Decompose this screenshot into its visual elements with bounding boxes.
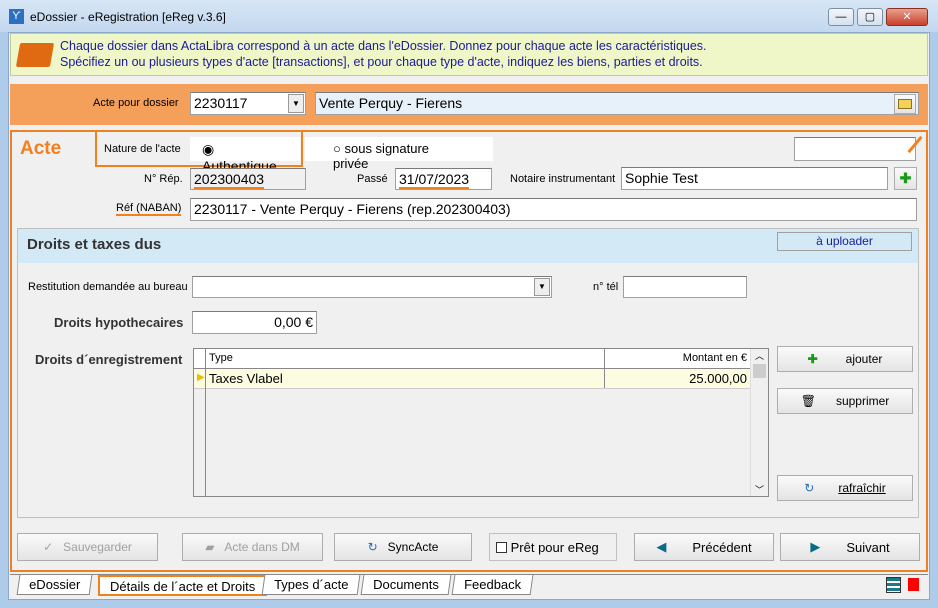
radio-checked-icon: ◉ (202, 141, 215, 157)
list-icon[interactable] (886, 577, 901, 593)
tel-field[interactable] (623, 276, 747, 298)
add-button[interactable]: ✚ ajouter (777, 346, 913, 372)
maximize-button[interactable]: ▢ (857, 8, 883, 26)
chevron-down-icon[interactable]: ▼ (534, 278, 550, 296)
notaire-label: Notaire instrumentant (510, 173, 616, 185)
scroll-down-icon[interactable]: ﹀ (751, 483, 768, 496)
refresh-label: rafraîchir (838, 481, 886, 495)
tel-label: n° tél (593, 281, 619, 293)
save-button[interactable]: ✓ Sauvegarder (17, 533, 158, 561)
folder-icon: ▰ (205, 540, 215, 554)
scroll-up-icon[interactable]: ︿ (751, 349, 768, 362)
previous-label: Précédent (692, 539, 752, 555)
sync-icon: ↻ (367, 540, 378, 554)
check-icon: ✓ (43, 540, 54, 554)
column-montant[interactable]: Montant en € (604, 349, 749, 369)
refresh-icon: ↻ (804, 481, 815, 495)
chevron-down-icon[interactable]: ▼ (288, 94, 304, 113)
plus-icon: ✚ (807, 352, 818, 366)
arrow-left-icon: ◀ (656, 539, 667, 554)
minimize-button[interactable]: — (828, 8, 854, 26)
ready-label: Prêt pour eReg (510, 540, 599, 555)
rep-label: N° Rép. (144, 173, 183, 185)
acte-dm-button[interactable]: ▰ Acte dans DM (182, 533, 323, 561)
enreg-label: Droits d´enregistrement (35, 352, 183, 367)
info-banner: Chaque dossier dans ActaLibra correspond… (10, 33, 928, 76)
open-folder-button[interactable] (894, 94, 916, 114)
title-bar: ϒ eDossier - eRegistration [eReg v.3.6] … (0, 0, 938, 32)
banner-line-1: Chaque dossier dans ActaLibra correspond… (60, 39, 707, 53)
status-indicator-icon (908, 578, 919, 591)
table-header: Type Montant en € (194, 349, 750, 369)
sync-label: SyncActe (387, 540, 439, 554)
row-type: Taxes Vlabel (209, 371, 283, 386)
rep-field: 202300403 (190, 168, 306, 190)
restitution-select[interactable]: ▼ (192, 276, 552, 298)
tab-types[interactable]: Types d´acte (261, 575, 361, 595)
passe-field[interactable]: 31/07/2023 (395, 168, 492, 190)
dossier-bar: Acte pour dossier 2230117 ▼ Vente Perquy… (10, 84, 928, 125)
restitution-label: Restitution demandée au bureau (28, 281, 188, 293)
ref-label: Réf (NABAN) (116, 202, 182, 216)
radio-sous-seing[interactable]: ○ sous signature privée (305, 137, 493, 171)
folder-open-icon (898, 99, 912, 109)
add-label: ajouter (845, 352, 883, 366)
next-button[interactable]: ▶ Suivant (780, 533, 920, 561)
ready-checkbox[interactable]: Prêt pour eReg (489, 533, 617, 561)
trash-icon: 🗑 (800, 394, 816, 408)
delete-button[interactable]: 🗑 supprimer (777, 388, 913, 414)
status-badge: à uploader (777, 232, 912, 251)
rep-value: 202300403 (194, 171, 265, 189)
arrow-right-icon: ▶ (810, 539, 821, 554)
row-amount: 25.000,00 (604, 369, 749, 388)
dossier-value: 2230117 (194, 95, 248, 111)
refresh-button[interactable]: ↻ rafraîchir (777, 475, 913, 501)
droits-title: Droits et taxes dus (27, 236, 162, 253)
passe-value: 31/07/2023 (399, 171, 470, 189)
next-label: Suivant (846, 539, 890, 555)
hypo-label: Droits hypothecaires (54, 315, 184, 330)
table-scrollbar[interactable]: ︿ ﹀ (750, 349, 768, 496)
row-indicator-icon: ▶ (197, 372, 205, 383)
hypo-field[interactable]: 0,00 € (192, 311, 317, 334)
extra-field[interactable] (794, 137, 916, 161)
dossier-description: Vente Perquy - Fierens (315, 92, 919, 115)
save-label: Sauvegarder (63, 540, 132, 554)
folder-icon (15, 43, 55, 67)
tab-details[interactable]: Détails de l´acte et Droits (98, 575, 268, 596)
tab-edossier[interactable]: eDossier (16, 575, 93, 595)
dossier-label: Acte pour dossier (93, 97, 179, 109)
window-title: eDossier - eRegistration [eReg v.3.6] (30, 10, 226, 24)
banner-line-2: Spécifiez un ou plusieurs types d'acte [… (60, 55, 703, 69)
ref-field[interactable]: 2230117 - Vente Perquy - Fierens (rep.20… (190, 198, 917, 221)
add-notaire-button[interactable]: ✚ (894, 167, 917, 190)
nature-label: Nature de l'acte (104, 143, 181, 155)
app-icon: ϒ (9, 9, 24, 24)
delete-label: supprimer (835, 394, 890, 408)
tab-documents[interactable]: Documents (360, 575, 452, 595)
add-person-icon: ✚ (899, 170, 912, 186)
acte-dm-label: Acte dans DM (224, 540, 300, 554)
table-row[interactable]: ▶ Taxes Vlabel 25.000,00 (194, 369, 750, 389)
checkbox-icon (496, 542, 507, 553)
close-button[interactable]: ✕ (886, 8, 928, 26)
column-type[interactable]: Type (209, 352, 233, 364)
radio-authentique[interactable]: ◉ Authentique (190, 137, 300, 174)
acte-title: Acte (20, 138, 62, 159)
radio-unchecked-icon: ○ (333, 141, 341, 156)
droits-table: Type Montant en € ▶ Taxes Vlabel 25.000,… (193, 348, 769, 497)
row-header-divider (205, 349, 206, 496)
previous-button[interactable]: ◀ Précédent (634, 533, 774, 561)
scroll-thumb[interactable] (753, 364, 766, 378)
tab-feedback[interactable]: Feedback (451, 575, 534, 595)
passe-label: Passé (357, 173, 388, 185)
dossier-select[interactable]: 2230117 ▼ (190, 92, 306, 115)
notaire-field[interactable]: Sophie Test (621, 167, 888, 190)
sync-button[interactable]: ↻ SyncActe (334, 533, 472, 561)
